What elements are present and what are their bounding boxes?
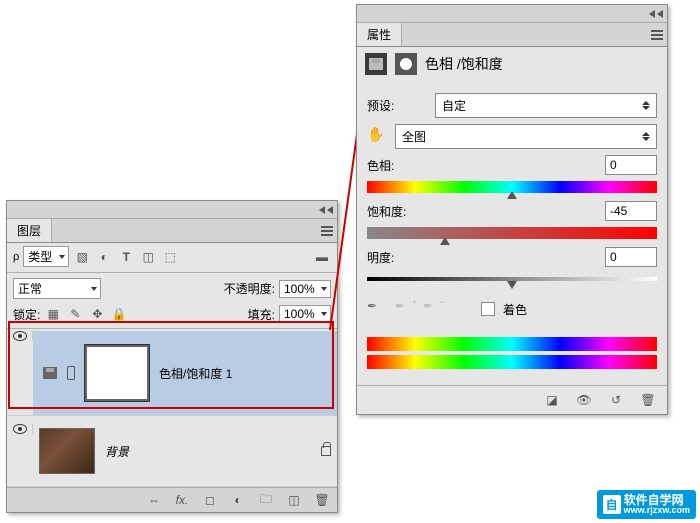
color-range-select[interactable]: 全图 xyxy=(395,124,657,149)
layer-row-background[interactable]: 背景 xyxy=(7,416,337,487)
hue-range-bar-top xyxy=(367,337,657,351)
preset-select[interactable]: 自定 xyxy=(435,93,657,118)
lightness-slider[interactable] xyxy=(367,273,657,285)
opacity-input[interactable]: 100% xyxy=(279,280,331,298)
adjustment-type-icon[interactable] xyxy=(365,53,387,75)
filter-image-icon[interactable]: ▧ xyxy=(73,249,91,265)
panel-header xyxy=(7,201,337,219)
annotation-highlight-box xyxy=(8,321,334,409)
hue-slider[interactable] xyxy=(367,181,657,193)
mask-icon[interactable]: ◻ xyxy=(201,492,219,508)
filter-shape-icon[interactable]: ◫ xyxy=(139,249,157,265)
collapse-left-icon-2[interactable] xyxy=(327,206,333,214)
eyedropper-icon[interactable]: ✒ xyxy=(367,299,387,319)
adjustment-icon[interactable]: ◐ xyxy=(229,492,247,508)
tab-properties[interactable]: 属性 xyxy=(357,23,402,46)
collapse-left-icon-2[interactable] xyxy=(657,10,663,18)
new-layer-icon[interactable]: ◫ xyxy=(285,492,303,508)
targeted-adjust-icon[interactable] xyxy=(367,128,387,146)
panel-menu-icon[interactable] xyxy=(321,226,333,236)
lightness-input[interactable] xyxy=(605,247,657,267)
watermark-url: www.rjzxw.com xyxy=(624,506,690,515)
trash-icon[interactable]: 🗑 xyxy=(639,392,657,408)
filter-type-icon[interactable]: T xyxy=(117,249,135,265)
saturation-label: 饱和度: xyxy=(367,203,427,220)
hue-range-bar-bottom xyxy=(367,355,657,369)
collapse-left-icon[interactable] xyxy=(319,206,325,214)
blend-opacity-row: 正常 不透明度: 100% xyxy=(7,275,337,302)
lock-all-icon[interactable]: 🔒 xyxy=(110,306,128,322)
lock-icon xyxy=(321,446,331,456)
slider-thumb[interactable] xyxy=(507,281,517,289)
filter-toggle-icon[interactable]: ▬ xyxy=(313,249,331,265)
layer-name[interactable]: 背景 xyxy=(105,443,129,460)
lock-paint-icon[interactable]: ✎ xyxy=(66,306,84,322)
tab-row: 图层 xyxy=(7,219,337,243)
mask-mode-icon[interactable] xyxy=(395,53,417,75)
group-icon[interactable]: 🗀 xyxy=(257,492,275,508)
properties-panel: 属性 色相 /饱和度 预设: 自定 全图 色相: xyxy=(356,4,668,415)
hue-input[interactable] xyxy=(605,155,657,175)
blend-mode-select[interactable]: 正常 xyxy=(13,278,101,299)
layer-filter-row: ρ 类型 ▧ ◐ T ◫ ⬚ ▬ xyxy=(7,243,337,270)
visibility-eye-icon[interactable] xyxy=(13,424,27,434)
preset-row: 预设: 自定 xyxy=(367,93,657,118)
lock-label: 锁定: xyxy=(13,306,40,323)
reset-icon[interactable]: ↺ xyxy=(607,392,625,408)
hue-label: 色相: xyxy=(367,157,427,174)
filter-adjust-icon[interactable]: ◐ xyxy=(95,249,113,265)
saturation-input[interactable] xyxy=(605,201,657,221)
layer-thumbnail[interactable] xyxy=(39,428,95,474)
slider-thumb[interactable] xyxy=(440,237,450,245)
trash-icon[interactable]: 🗑 xyxy=(313,492,331,508)
opacity-label: 不透明度: xyxy=(224,280,275,297)
colorize-label: 着色 xyxy=(503,301,527,318)
colorize-checkbox[interactable] xyxy=(481,302,495,316)
properties-footer: ◪ 👁 ↺ 🗑 xyxy=(357,385,667,414)
eyedropper-plus-icon[interactable]: ✒+ xyxy=(395,299,415,319)
layers-footer: ⇔ fx. ◻ ◐ 🗀 ◫ 🗑 xyxy=(7,487,337,512)
panel-header xyxy=(357,5,667,23)
properties-header: 色相 /饱和度 xyxy=(357,47,667,81)
hue-row: 色相: xyxy=(367,155,657,175)
filter-type-select[interactable]: 类型 xyxy=(23,246,69,267)
lock-transparent-icon[interactable]: ▦ xyxy=(44,306,62,322)
view-previous-icon[interactable]: 👁 xyxy=(575,392,593,408)
preset-label: 预设: xyxy=(367,97,427,114)
lock-position-icon[interactable]: ✥ xyxy=(88,306,106,322)
eyedropper-row: ✒ ✒+ ✒− 着色 xyxy=(367,299,657,319)
range-row: 全图 xyxy=(367,124,657,149)
tab-layers[interactable]: 图层 xyxy=(7,219,52,242)
eyedropper-minus-icon[interactable]: ✒− xyxy=(423,299,443,319)
collapse-left-icon[interactable] xyxy=(649,10,655,18)
fx-icon[interactable]: fx. xyxy=(173,492,191,508)
watermark: 自 软件自学网 www.rjzxw.com xyxy=(597,490,696,519)
clip-to-layer-icon[interactable]: ◪ xyxy=(543,392,561,408)
slider-thumb[interactable] xyxy=(507,191,517,199)
filter-smart-icon[interactable]: ⬚ xyxy=(161,249,179,265)
link-layers-icon[interactable]: ⇔ xyxy=(145,492,163,508)
lightness-row: 明度: xyxy=(367,247,657,267)
lightness-label: 明度: xyxy=(367,249,427,266)
properties-title: 色相 /饱和度 xyxy=(425,54,503,74)
saturation-row: 饱和度: xyxy=(367,201,657,221)
panel-menu-icon[interactable] xyxy=(651,30,663,40)
saturation-slider[interactable] xyxy=(367,227,657,239)
fill-label: 填充: xyxy=(248,306,275,323)
tab-row: 属性 xyxy=(357,23,667,47)
